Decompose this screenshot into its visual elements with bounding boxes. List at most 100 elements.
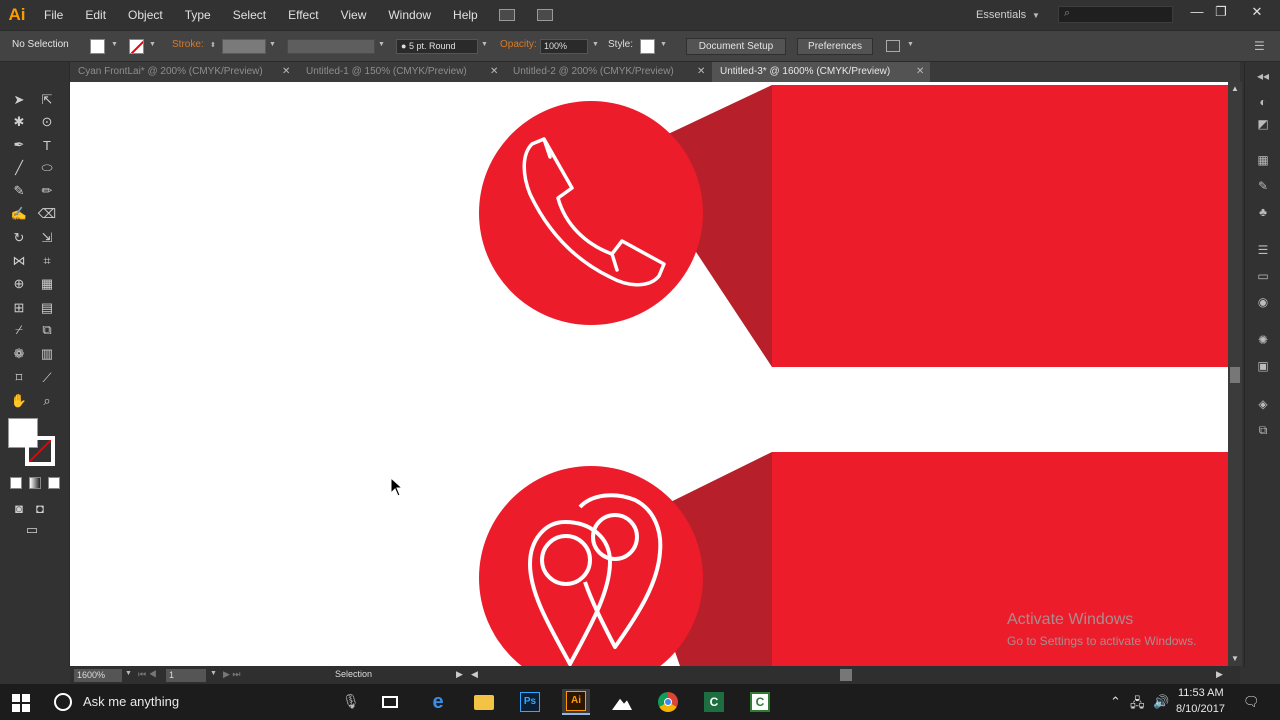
scale-tool-icon[interactable]: ⇲ bbox=[37, 228, 57, 248]
variable-width-profile[interactable] bbox=[287, 39, 375, 54]
menu-edit[interactable]: Edit bbox=[74, 0, 117, 30]
stepper-icon[interactable]: ⬍ bbox=[210, 41, 216, 49]
chevron-down-icon[interactable]: ▼ bbox=[1032, 11, 1040, 20]
graphic-styles-icon[interactable]: ▣ bbox=[1256, 360, 1270, 372]
document-setup-button[interactable]: Document Setup bbox=[686, 38, 786, 55]
stroke-swatch[interactable] bbox=[129, 39, 144, 54]
network-icon[interactable]: 🖧 bbox=[1130, 694, 1145, 716]
selection-tool-icon[interactable]: ➤ bbox=[9, 90, 29, 110]
menu-file[interactable]: File bbox=[34, 0, 74, 30]
menu-help[interactable]: Help bbox=[442, 0, 489, 30]
cortana-icon[interactable] bbox=[54, 693, 72, 711]
arrange-documents-icon[interactable] bbox=[536, 9, 553, 21]
panel-menu-icon[interactable]: ☰ bbox=[1254, 39, 1265, 53]
collapse-panels-icon[interactable]: ◂◂ bbox=[1256, 70, 1270, 82]
search-input[interactable] bbox=[1058, 6, 1173, 23]
color-panel-icon[interactable]: ◐ bbox=[1256, 96, 1270, 108]
cortana-search-input[interactable]: Ask me anything bbox=[83, 694, 179, 709]
swatches-panel-icon[interactable]: ▦ bbox=[1256, 154, 1270, 166]
volume-icon[interactable]: 🔊 bbox=[1153, 694, 1169, 710]
chevron-down-icon[interactable]: ▼ bbox=[592, 41, 599, 48]
microphone-icon[interactable]: 🎙 bbox=[342, 693, 360, 710]
chevron-down-icon[interactable]: ▼ bbox=[125, 670, 132, 677]
width-tool-icon[interactable]: ⋈ bbox=[9, 251, 29, 271]
menu-object[interactable]: Object bbox=[117, 0, 174, 30]
artboard-number-field[interactable]: 1 bbox=[166, 669, 206, 682]
artboard-tool-icon[interactable]: ⌑ bbox=[9, 368, 29, 388]
tab-document[interactable]: Untitled-2 @ 200% (CMYK/Preview) bbox=[505, 62, 712, 82]
draw-normal-icon[interactable]: ◙ bbox=[9, 498, 29, 518]
type-tool-icon[interactable]: T bbox=[37, 135, 57, 155]
shape-builder-tool-icon[interactable]: ⊕ bbox=[9, 274, 29, 294]
stroke-weight-field[interactable] bbox=[222, 39, 266, 54]
tab-document-active[interactable]: Untitled-3* @ 1600% (CMYK/Preview) bbox=[712, 62, 930, 82]
blend-tool-icon[interactable]: ⧉ bbox=[37, 320, 57, 340]
stroke-label[interactable]: Stroke: bbox=[172, 39, 204, 50]
symbol-sprayer-tool-icon[interactable]: ❁ bbox=[9, 344, 29, 364]
gradient-tool-icon[interactable]: ▤ bbox=[37, 298, 57, 318]
symbols-panel-icon[interactable]: ♣ bbox=[1256, 206, 1270, 218]
eyedropper-tool-icon[interactable]: ⌿ bbox=[9, 320, 29, 340]
color-mode-icon[interactable] bbox=[10, 477, 22, 489]
photos-icon[interactable] bbox=[608, 689, 636, 715]
direct-selection-tool-icon[interactable]: ⇱ bbox=[37, 90, 57, 110]
hand-tool-icon[interactable]: ✋ bbox=[9, 391, 29, 411]
chevron-down-icon[interactable]: ▼ bbox=[149, 41, 156, 48]
chevron-down-icon[interactable]: ▼ bbox=[111, 41, 118, 48]
clock-time[interactable]: 11:53 AM bbox=[1178, 687, 1224, 699]
preferences-button[interactable]: Preferences bbox=[797, 38, 873, 55]
chrome-icon[interactable] bbox=[654, 689, 682, 715]
brushes-panel-icon[interactable]: ✎ bbox=[1256, 180, 1270, 192]
artboard-canvas[interactable] bbox=[70, 82, 1228, 666]
close-icon[interactable]: ✕ bbox=[697, 62, 705, 82]
opacity-label[interactable]: Opacity: bbox=[500, 39, 537, 50]
fill-swatch[interactable] bbox=[90, 39, 105, 54]
menu-effect[interactable]: Effect bbox=[277, 0, 329, 30]
blob-brush-tool-icon[interactable]: ✍ bbox=[9, 204, 29, 224]
workspace-switcher[interactable]: Essentials bbox=[976, 0, 1026, 30]
mesh-tool-icon[interactable]: ⊞ bbox=[9, 298, 29, 318]
close-icon[interactable]: ✕ bbox=[1242, 2, 1272, 22]
align-icon[interactable] bbox=[886, 40, 900, 52]
line-tool-icon[interactable]: ╱ bbox=[9, 158, 29, 178]
vertical-scrollbar[interactable]: ▲ ▼ bbox=[1228, 82, 1242, 666]
close-icon[interactable]: ✕ bbox=[490, 62, 498, 82]
menu-select[interactable]: Select bbox=[222, 0, 277, 30]
ellipse-tool-icon[interactable]: ⬭ bbox=[37, 158, 57, 178]
artboards-panel-icon[interactable]: ⧉ bbox=[1256, 424, 1270, 436]
notifications-icon[interactable]: 🗨 bbox=[1243, 694, 1260, 710]
color-guide-icon[interactable]: ◩ bbox=[1256, 118, 1270, 130]
scroll-down-icon[interactable]: ▼ bbox=[1231, 654, 1239, 663]
scroll-right-icon[interactable]: ▶ bbox=[1216, 669, 1223, 680]
brush-definition[interactable]: ● 5 pt. Round bbox=[396, 39, 478, 54]
free-transform-tool-icon[interactable]: ⌗ bbox=[37, 251, 57, 271]
tab-document[interactable]: Cyan FrontLai* @ 200% (CMYK/Preview) bbox=[70, 62, 298, 82]
magic-wand-tool-icon[interactable]: ✱ bbox=[9, 112, 29, 132]
menu-view[interactable]: View bbox=[330, 0, 378, 30]
eraser-tool-icon[interactable]: ⌫ bbox=[37, 204, 57, 224]
bridge-icon[interactable] bbox=[498, 9, 515, 21]
perspective-grid-tool-icon[interactable]: ▦ bbox=[37, 274, 57, 294]
edge-icon[interactable]: e bbox=[424, 689, 452, 715]
tab-document[interactable]: Untitled-1 @ 150% (CMYK/Preview) bbox=[298, 62, 504, 82]
gradient-mode-icon[interactable] bbox=[29, 477, 41, 489]
slice-tool-icon[interactable]: ⟋ bbox=[37, 368, 57, 388]
appearance-panel-icon[interactable]: ✺ bbox=[1256, 334, 1270, 346]
restore-icon[interactable]: ❐ bbox=[1206, 2, 1236, 22]
camtasia-icon[interactable]: C bbox=[746, 689, 774, 715]
file-explorer-icon[interactable] bbox=[470, 689, 498, 715]
zoom-tool-icon[interactable]: ⌕ bbox=[37, 391, 57, 411]
scroll-up-icon[interactable]: ▲ bbox=[1231, 84, 1239, 93]
pen-tool-icon[interactable]: ✒ bbox=[9, 135, 29, 155]
column-graph-tool-icon[interactable]: ▥ bbox=[37, 344, 57, 364]
lasso-tool-icon[interactable]: ⊙ bbox=[37, 112, 57, 132]
clock-date[interactable]: 8/10/2017 bbox=[1176, 703, 1225, 715]
pencil-tool-icon[interactable]: ✏ bbox=[37, 181, 57, 201]
paintbrush-tool-icon[interactable]: ✎ bbox=[9, 181, 29, 201]
zoom-level-field[interactable]: 1600% bbox=[74, 669, 122, 682]
photoshop-icon[interactable]: Ps bbox=[516, 689, 544, 715]
chevron-down-icon[interactable]: ▼ bbox=[907, 41, 914, 48]
gradient-panel-icon[interactable]: ▭ bbox=[1256, 270, 1270, 282]
stroke-panel-icon[interactable]: ☰ bbox=[1256, 244, 1270, 256]
chevron-down-icon[interactable]: ▼ bbox=[481, 41, 488, 48]
